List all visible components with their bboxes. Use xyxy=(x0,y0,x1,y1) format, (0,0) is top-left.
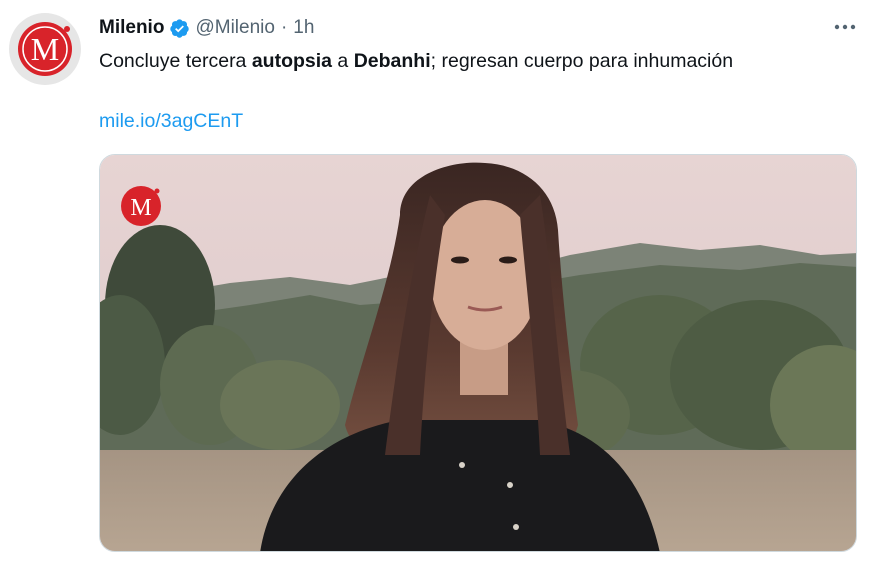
author-handle[interactable]: @Milenio xyxy=(195,17,274,39)
milenio-watermark-logo: M xyxy=(119,184,163,228)
tweet-link[interactable]: mile.io/3agCEnT xyxy=(99,107,243,135)
more-options-icon[interactable] xyxy=(830,13,860,41)
tweet-text-part: ; regresan cuerpo para inhumación xyxy=(430,50,734,72)
tweet-header: Milenio @Milenio · 1h xyxy=(99,14,314,42)
verified-badge-icon xyxy=(169,18,190,39)
svg-text:M: M xyxy=(31,31,59,67)
tweet-text-bold-autopsia: autopsia xyxy=(251,50,333,72)
milenio-logo-icon: M xyxy=(18,22,72,76)
tweet-media-image[interactable]: M xyxy=(99,154,857,552)
tweet-text: Concluye tercera autopsia a Debanhi; reg… xyxy=(99,47,733,75)
tweet-timestamp[interactable]: 1h xyxy=(293,17,314,39)
avatar[interactable]: M xyxy=(9,13,81,85)
photo-woman-landscape xyxy=(100,155,856,551)
tweet-text-part: a xyxy=(332,50,354,72)
tweet-text-bold-debanhi: Debanhi xyxy=(353,50,431,72)
tweet-text-part: Concluye tercera xyxy=(99,50,252,72)
svg-text:M: M xyxy=(130,195,151,221)
author-name[interactable]: Milenio xyxy=(99,17,164,39)
separator-dot: · xyxy=(280,17,288,38)
tweet: M Milenio @Milenio · 1h Concluye tercera… xyxy=(0,0,880,576)
